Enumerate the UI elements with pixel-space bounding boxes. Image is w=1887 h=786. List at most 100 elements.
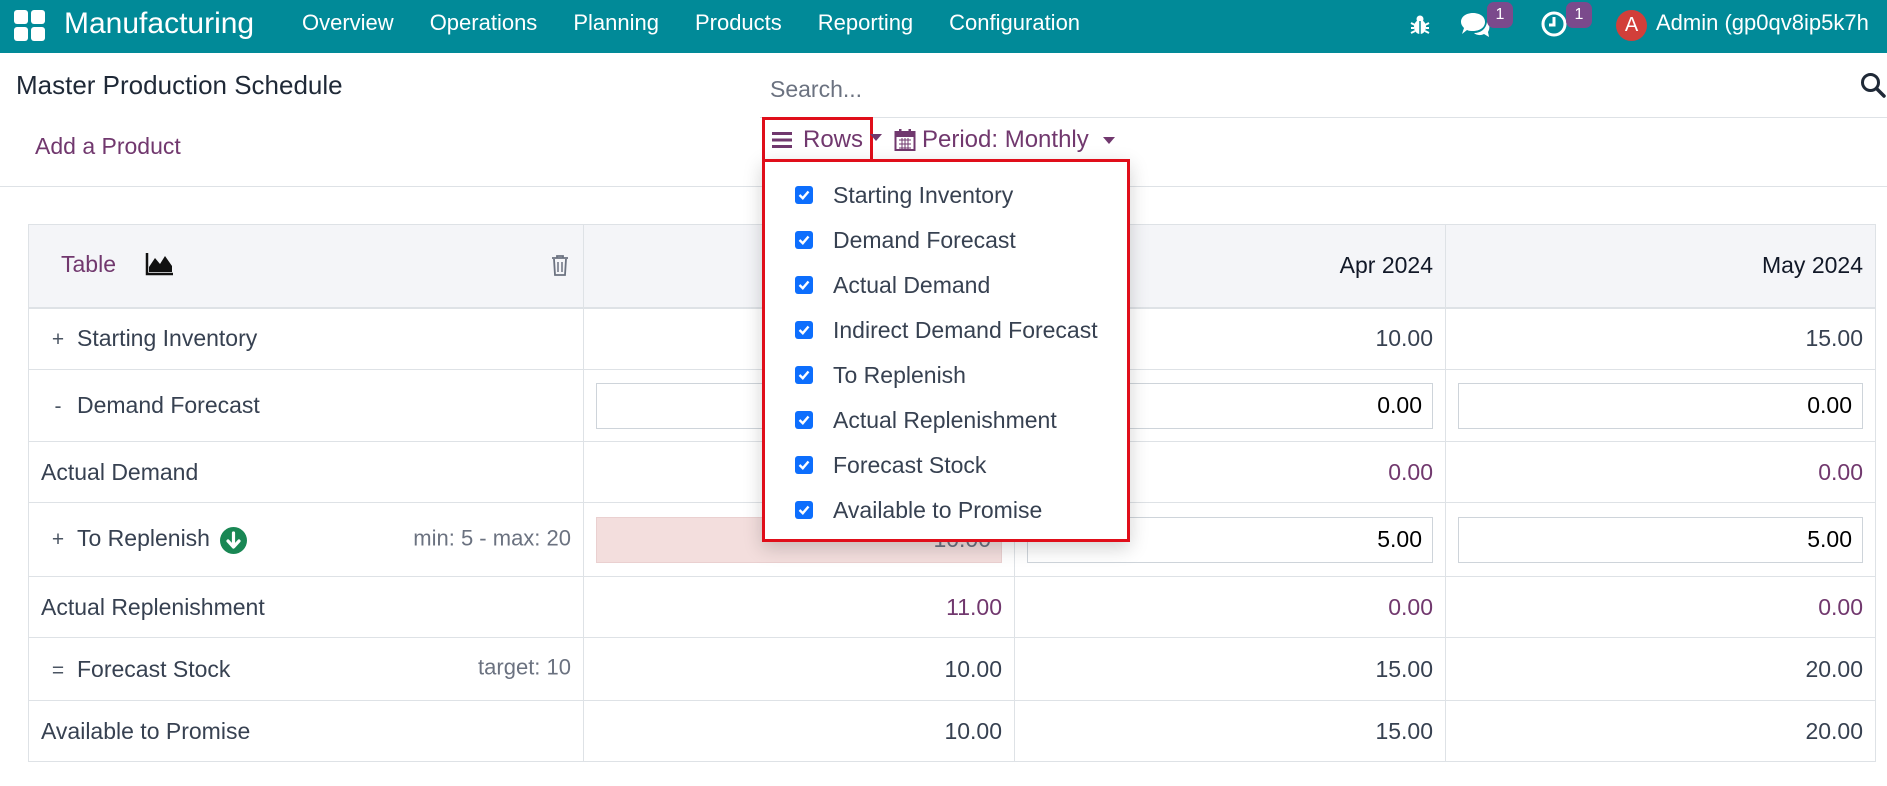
demand-forecast-input[interactable] (1458, 382, 1863, 429)
rows-option-demand-forecast[interactable]: Demand Forecast (795, 225, 1016, 255)
arrow-down-circle-icon[interactable] (219, 526, 247, 554)
rows-option-label: Actual Demand (833, 271, 991, 298)
checkbox[interactable] (795, 276, 813, 294)
table-row: Actual Replenishment 11.00 0.00 0.00 (28, 576, 1876, 638)
value-cell: 20.00 (1445, 637, 1876, 701)
bug-icon (1410, 15, 1430, 34)
row-label-cell: - Demand Forecast (28, 369, 584, 442)
period-button[interactable]: Period: Monthly (894, 120, 1115, 160)
menu-reporting[interactable]: Reporting (818, 0, 913, 53)
activities-button[interactable]: 1 (1540, 0, 1600, 53)
check-icon (798, 460, 810, 470)
chevron-down-icon (1102, 136, 1115, 144)
activities-badge: 1 (1566, 2, 1592, 28)
row-label-cell: Actual Demand (28, 441, 584, 503)
rows-button-label: Rows (803, 125, 864, 153)
checkbox[interactable] (795, 366, 813, 384)
min-max-label: min: 5 - max: 20 (413, 524, 571, 550)
check-icon (798, 280, 810, 290)
menu-products[interactable]: Products (695, 0, 782, 53)
avatar[interactable]: A (1616, 10, 1647, 41)
calendar-icon (894, 129, 916, 151)
rows-option-actual-demand[interactable]: Actual Demand (795, 270, 990, 300)
row-label: To Replenish (77, 525, 210, 552)
expand-toggle[interactable]: - (49, 395, 67, 419)
table-view-link[interactable]: Table (61, 251, 116, 278)
value-cell: 15.00 (1014, 700, 1446, 762)
expand-toggle[interactable]: + (49, 528, 67, 552)
arrow-down-icon (226, 531, 241, 549)
row-label: Actual Replenishment (41, 593, 265, 620)
messages-badge: 1 (1487, 2, 1513, 28)
expand-toggle[interactable]: = (49, 659, 67, 683)
row-label: Starting Inventory (77, 325, 258, 352)
table-row: Available to Promise 10.00 15.00 20.00 (28, 700, 1876, 762)
check-icon (798, 325, 810, 335)
app-name[interactable]: Manufacturing (64, 7, 254, 41)
debug-button[interactable] (1408, 0, 1436, 53)
menu-operations[interactable]: Operations (430, 0, 538, 53)
check-icon (798, 370, 810, 380)
area-chart-icon[interactable] (145, 251, 175, 277)
check-icon (798, 190, 810, 200)
menu-overview[interactable]: Overview (302, 0, 394, 53)
value-link[interactable]: 0.00 (1445, 441, 1876, 503)
period-button-label: Period: Monthly (922, 126, 1089, 153)
rows-option-label: Demand Forecast (833, 226, 1016, 253)
input-cell (1445, 502, 1876, 577)
value-cell: 20.00 (1445, 700, 1876, 762)
top-navbar: Manufacturing Overview Operations Planni… (0, 0, 1887, 53)
checkbox[interactable] (795, 411, 813, 429)
value-cell: 10.00 (583, 637, 1015, 701)
rows-option-starting-inventory[interactable]: Starting Inventory (795, 180, 1013, 210)
rows-option-to-replenish[interactable]: To Replenish (795, 360, 966, 390)
checkbox[interactable] (795, 186, 813, 204)
rows-caret-icon[interactable] (870, 134, 882, 141)
rows-option-forecast-stock[interactable]: Forecast Stock (795, 450, 986, 480)
trash-icon[interactable] (551, 254, 569, 276)
product-header-cell: Table (28, 224, 584, 309)
month-header: May 2024 (1445, 224, 1876, 309)
value-cell: 10.00 (583, 700, 1015, 762)
menu-planning[interactable]: Planning (573, 0, 659, 53)
value-link[interactable]: 0.00 (1014, 576, 1446, 638)
rows-option-available-to-promise[interactable]: Available to Promise (795, 495, 1042, 525)
rows-option-indirect-demand-forecast[interactable]: Indirect Demand Forecast (795, 315, 1098, 345)
to-replenish-input[interactable] (1458, 516, 1863, 563)
add-product-button[interactable]: Add a Product (35, 133, 181, 160)
value-cell: 15.00 (1445, 307, 1876, 370)
expand-toggle[interactable]: + (49, 328, 67, 352)
row-label-cell: Actual Replenishment (28, 576, 584, 638)
checkbox[interactable] (795, 321, 813, 339)
check-icon (798, 505, 810, 515)
bars-icon (772, 131, 792, 148)
rows-option-label: Available to Promise (833, 496, 1043, 523)
target-label: target: 10 (478, 654, 571, 680)
row-label-cell: + To Replenish min: 5 - max: 20 (28, 502, 584, 577)
rows-option-label: Indirect Demand Forecast (833, 316, 1098, 343)
apps-grid-icon[interactable] (14, 10, 45, 41)
checkbox[interactable] (795, 501, 813, 519)
menu-configuration[interactable]: Configuration (949, 0, 1080, 53)
checkbox[interactable] (795, 456, 813, 474)
table-row: = Forecast Stock target: 10 10.00 15.00 2… (28, 637, 1876, 701)
checkbox[interactable] (795, 231, 813, 249)
value-cell: 15.00 (1014, 637, 1446, 701)
value-link[interactable]: 0.00 (1445, 576, 1876, 638)
search-input[interactable] (770, 76, 1770, 103)
rows-option-label: Actual Replenishment (833, 406, 1057, 433)
rows-option-actual-replenishment[interactable]: Actual Replenishment (795, 405, 1057, 435)
row-label: Available to Promise (41, 717, 251, 744)
messages-button[interactable]: 1 (1459, 0, 1519, 53)
main-menu: Overview Operations Planning Products Re… (302, 0, 1116, 53)
user-menu[interactable]: Admin (gp0qv8ip5k7h (1656, 10, 1869, 36)
rows-button[interactable]: Rows (762, 117, 873, 162)
clock-icon (1541, 11, 1567, 37)
rows-option-label: To Replenish (833, 361, 966, 388)
row-label-cell: Available to Promise (28, 700, 584, 762)
check-icon (798, 235, 810, 245)
page-title: Master Production Schedule (16, 70, 343, 100)
value-link[interactable]: 11.00 (583, 576, 1015, 638)
search-icon[interactable] (1860, 72, 1886, 98)
input-cell (1445, 369, 1876, 442)
